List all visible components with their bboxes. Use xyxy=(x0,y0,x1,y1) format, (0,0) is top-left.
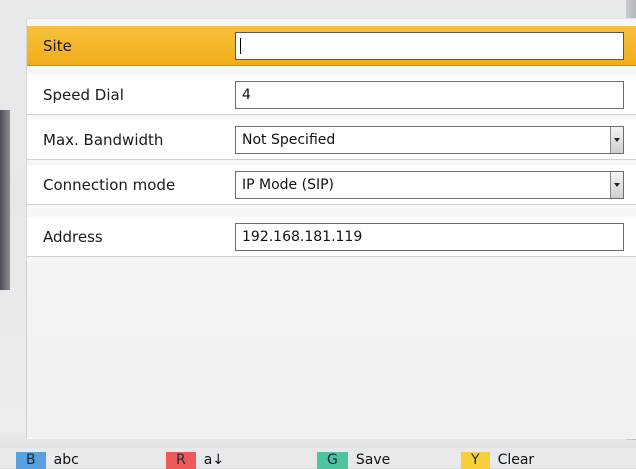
max-bandwidth-row[interactable]: Max. Bandwidth Not Specified xyxy=(27,120,636,160)
green-key-hint[interactable]: G Save xyxy=(317,451,390,469)
max-bandwidth-select[interactable]: Not Specified xyxy=(235,126,624,154)
address-input[interactable]: 192.168.181.119 xyxy=(235,223,624,251)
site-label: Site xyxy=(43,37,72,55)
speed-dial-input[interactable]: 4 xyxy=(235,81,624,109)
yellow-key-hint[interactable]: Y Clear xyxy=(461,451,534,469)
speed-dial-row[interactable]: Speed Dial 4 xyxy=(27,75,636,115)
blue-key-label: abc xyxy=(53,452,79,468)
red-key-badge: R xyxy=(166,451,196,469)
green-key-badge: G xyxy=(317,451,348,469)
blue-key-badge: B xyxy=(16,451,46,469)
site-row[interactable]: Site xyxy=(27,26,636,66)
yellow-key-badge: Y xyxy=(461,451,490,469)
red-key-hint[interactable]: R a↓ xyxy=(166,451,224,469)
connection-mode-label: Connection mode xyxy=(43,176,176,194)
max-bandwidth-label: Max. Bandwidth xyxy=(43,131,164,149)
connection-mode-row[interactable]: Connection mode IP Mode (SIP) xyxy=(27,165,636,205)
panel-empty-area xyxy=(26,262,636,438)
text-cursor xyxy=(240,38,241,54)
red-key-label: a↓ xyxy=(203,452,225,468)
blue-key-hint[interactable]: B abc xyxy=(16,451,79,469)
green-key-label: Save xyxy=(355,452,391,468)
max-bandwidth-value: Not Specified xyxy=(242,132,336,148)
site-input[interactable] xyxy=(235,32,624,60)
chevron-down-icon[interactable] xyxy=(610,172,623,198)
chevron-down-icon[interactable] xyxy=(610,127,623,153)
address-row[interactable]: Address 192.168.181.119 xyxy=(27,217,636,257)
connection-mode-value: IP Mode (SIP) xyxy=(242,177,334,193)
speed-dial-label: Speed Dial xyxy=(43,86,124,104)
yellow-key-label: Clear xyxy=(497,452,535,468)
connection-mode-select[interactable]: IP Mode (SIP) xyxy=(235,171,624,199)
address-value: 192.168.181.119 xyxy=(242,229,363,245)
speed-dial-value: 4 xyxy=(242,87,251,103)
address-label: Address xyxy=(43,228,103,246)
background-edge-left xyxy=(0,110,10,290)
